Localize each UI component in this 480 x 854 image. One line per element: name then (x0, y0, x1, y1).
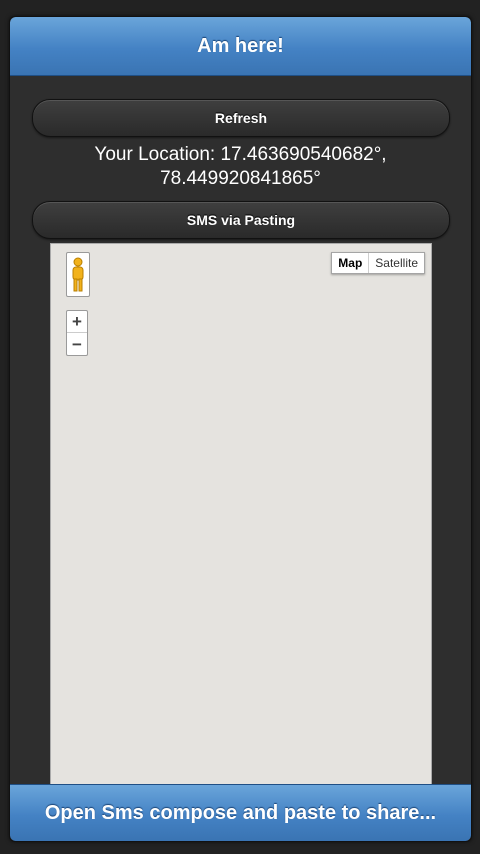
location-line-2: 78.449920841865° (160, 168, 321, 189)
footer-label: Open Sms compose and paste to share... (44, 801, 437, 824)
open-sms-compose-button[interactable]: Open Sms compose and paste to share... (10, 784, 471, 841)
header-bar: Am here! (10, 17, 471, 76)
app-frame: Am here! Refresh Your Location: 17.46369… (9, 16, 472, 842)
pegman-figure (72, 257, 84, 291)
page-title: Am here! (197, 34, 284, 57)
zoom-control: + − (66, 310, 88, 356)
pegman-icon[interactable] (66, 252, 90, 297)
map-type-satellite-button[interactable]: Satellite (369, 253, 424, 273)
zoom-in-button[interactable]: + (67, 311, 87, 333)
location-text: Your Location: 17.463690540682°, 78.4499… (10, 143, 471, 191)
map-type-control: Map Satellite (331, 252, 425, 274)
map-type-map-button[interactable]: Map (332, 253, 370, 273)
location-line-1: Your Location: 17.463690540682°, (94, 144, 387, 165)
zoom-out-button[interactable]: − (67, 333, 87, 355)
map-view[interactable]: + − Map Satellite (50, 243, 432, 805)
sms-via-pasting-button[interactable]: SMS via Pasting (32, 201, 450, 239)
refresh-button[interactable]: Refresh (32, 99, 450, 137)
